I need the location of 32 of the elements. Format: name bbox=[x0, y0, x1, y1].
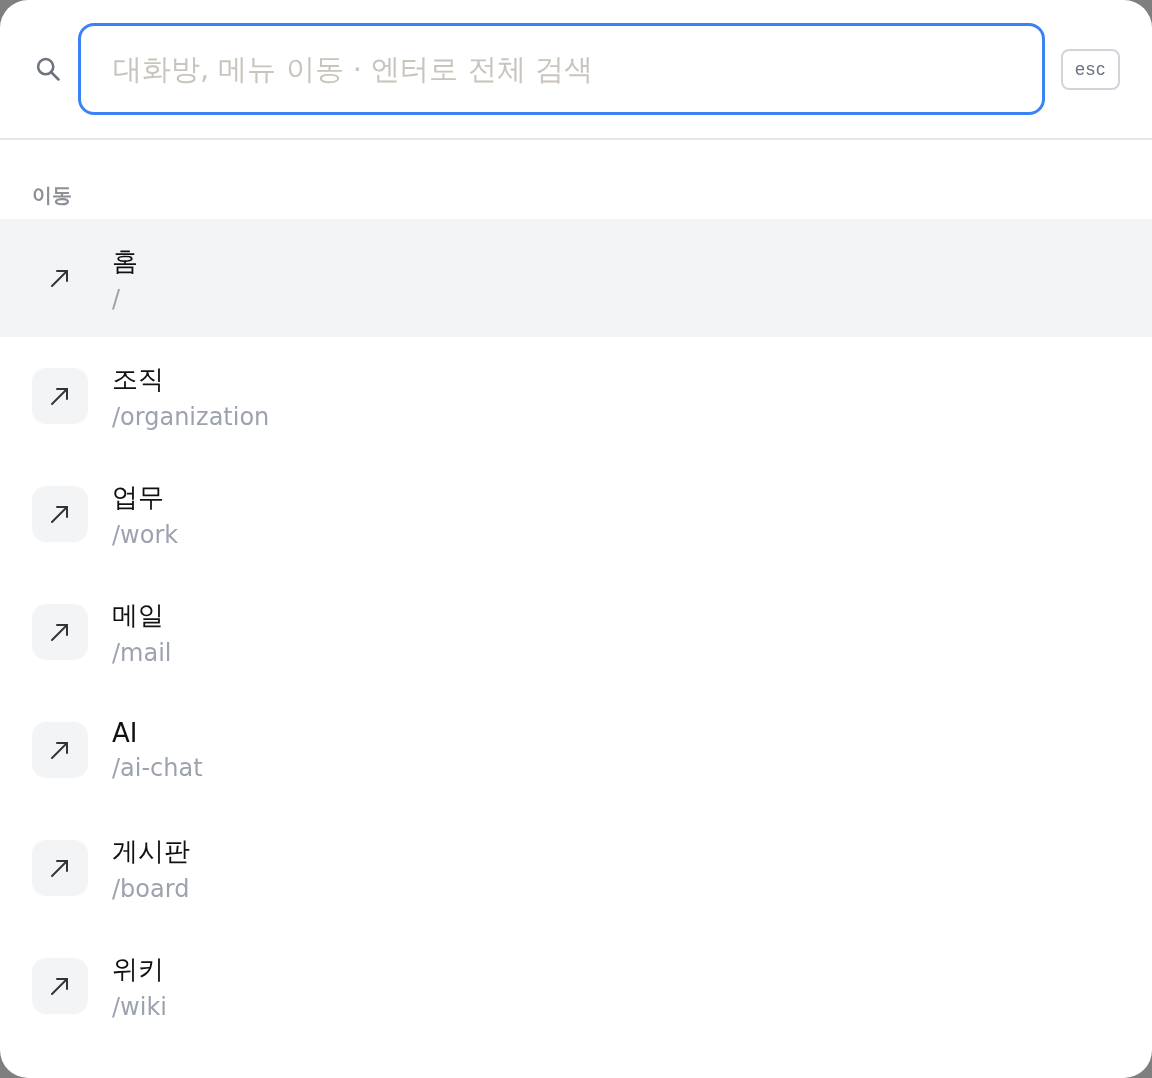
item-title: 메일 bbox=[112, 598, 165, 632]
menu-item[interactable]: 메일 /mail bbox=[0, 573, 1152, 691]
menu-item[interactable]: 위키 /wiki bbox=[0, 927, 1152, 1045]
section-heading: 이동 bbox=[31, 182, 73, 209]
arrow-icon bbox=[49, 267, 71, 289]
arrow-icon bbox=[49, 857, 71, 879]
arrow-icon bbox=[49, 621, 71, 643]
arrow-icon bbox=[49, 975, 71, 997]
item-path: /work bbox=[112, 520, 179, 549]
item-path: /ai-chat bbox=[112, 754, 203, 782]
item-title: 위키 bbox=[112, 952, 165, 986]
arrow-icon bbox=[49, 739, 71, 761]
arrow-icon bbox=[49, 503, 71, 525]
menu-item[interactable]: 업무 /work bbox=[0, 455, 1152, 573]
item-path: /wiki bbox=[112, 992, 167, 1021]
arrow-icon bbox=[49, 385, 71, 407]
item-title: 홈 bbox=[112, 244, 138, 278]
search-field[interactable]: 대화방, 메뉴 이동 · 엔터로 전체 검색 bbox=[78, 23, 1045, 115]
item-title: AI bbox=[112, 718, 139, 748]
esc-key-button[interactable]: esc bbox=[1061, 48, 1120, 90]
search-icon bbox=[34, 55, 62, 83]
item-path: / bbox=[112, 284, 122, 313]
item-title: 조직 bbox=[112, 362, 165, 396]
item-path: /board bbox=[112, 874, 190, 903]
item-path: /mail bbox=[112, 638, 172, 667]
menu-item[interactable]: 홈 / bbox=[0, 219, 1152, 337]
item-title: 게시판 bbox=[112, 834, 190, 868]
menu-item[interactable]: 게시판 /board bbox=[0, 809, 1152, 927]
item-title: 업무 bbox=[112, 480, 165, 514]
item-path: /organization bbox=[112, 402, 270, 431]
menu-item[interactable]: 조직 /organization bbox=[0, 337, 1152, 455]
menu-item[interactable]: AI /ai-chat bbox=[0, 691, 1152, 809]
